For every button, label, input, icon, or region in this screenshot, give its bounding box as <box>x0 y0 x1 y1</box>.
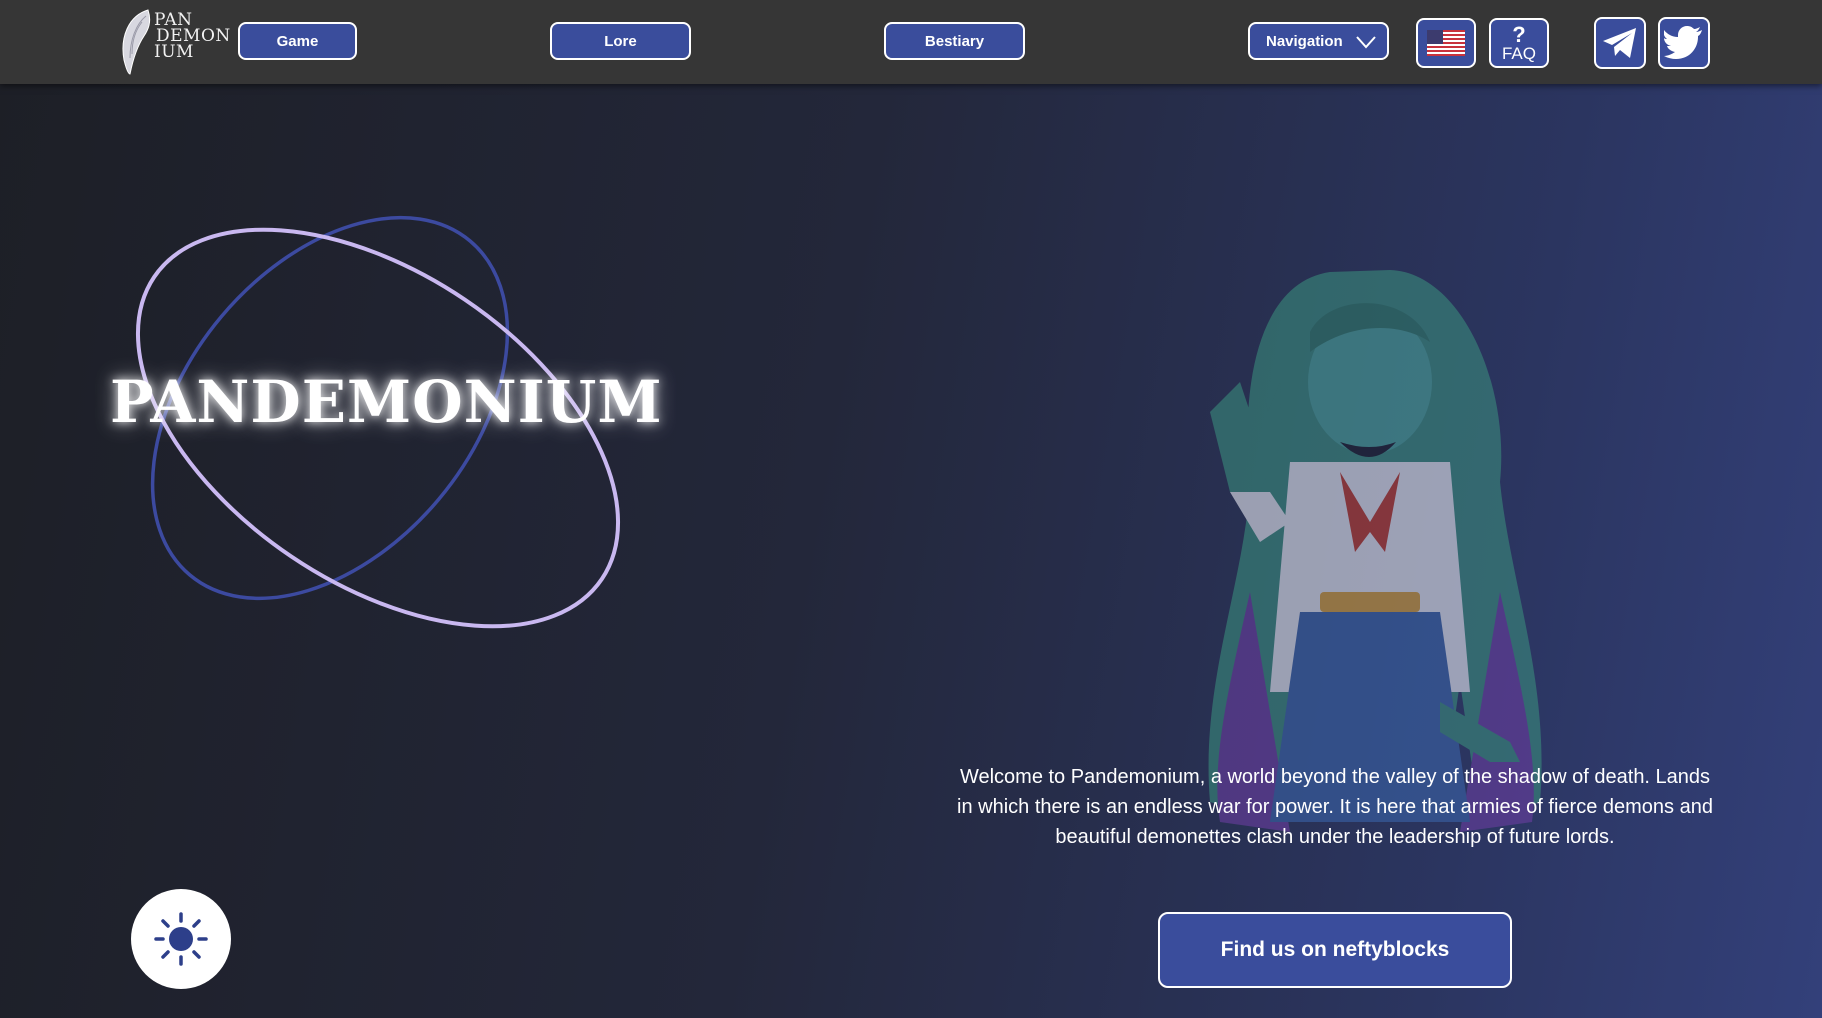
top-nav-bar: PAN DEMON IUM Game Lore Bestiary Navigat… <box>0 0 1822 84</box>
navigation-dropdown[interactable]: Navigation <box>1248 22 1389 60</box>
telegram-button[interactable] <box>1594 17 1646 69</box>
logo-text: PAN DEMON IUM <box>154 12 231 62</box>
theme-toggle-button[interactable] <box>131 889 231 989</box>
hero-title: PANDEMONIUM <box>110 368 663 436</box>
navigation-label: Navigation <box>1266 32 1343 50</box>
character-illustration <box>1208 270 1542 832</box>
sun-icon <box>154 912 208 966</box>
twitter-icon <box>1664 26 1702 59</box>
us-flag-icon <box>1427 30 1465 56</box>
faq-label: FAQ <box>1501 43 1536 63</box>
question-mark-icon: ? <box>1512 21 1526 47</box>
telegram-icon <box>1603 28 1636 58</box>
faq-button[interactable]: ? FAQ <box>1489 18 1549 68</box>
chevron-down-icon <box>1356 36 1376 49</box>
bestiary-button[interactable]: Bestiary <box>884 22 1025 60</box>
brand-logo[interactable]: PAN DEMON IUM <box>118 6 230 78</box>
intro-paragraph: Welcome to Pandemonium, a world beyond t… <box>957 766 1713 848</box>
language-button[interactable] <box>1416 18 1476 68</box>
wing-icon <box>122 9 151 75</box>
game-button[interactable]: Game <box>238 22 357 60</box>
logo-line-3: IUM <box>154 42 194 62</box>
twitter-button[interactable] <box>1658 17 1710 69</box>
lore-button[interactable]: Lore <box>550 22 691 60</box>
neftyblocks-button[interactable]: Find us on neftyblocks <box>1158 912 1512 988</box>
